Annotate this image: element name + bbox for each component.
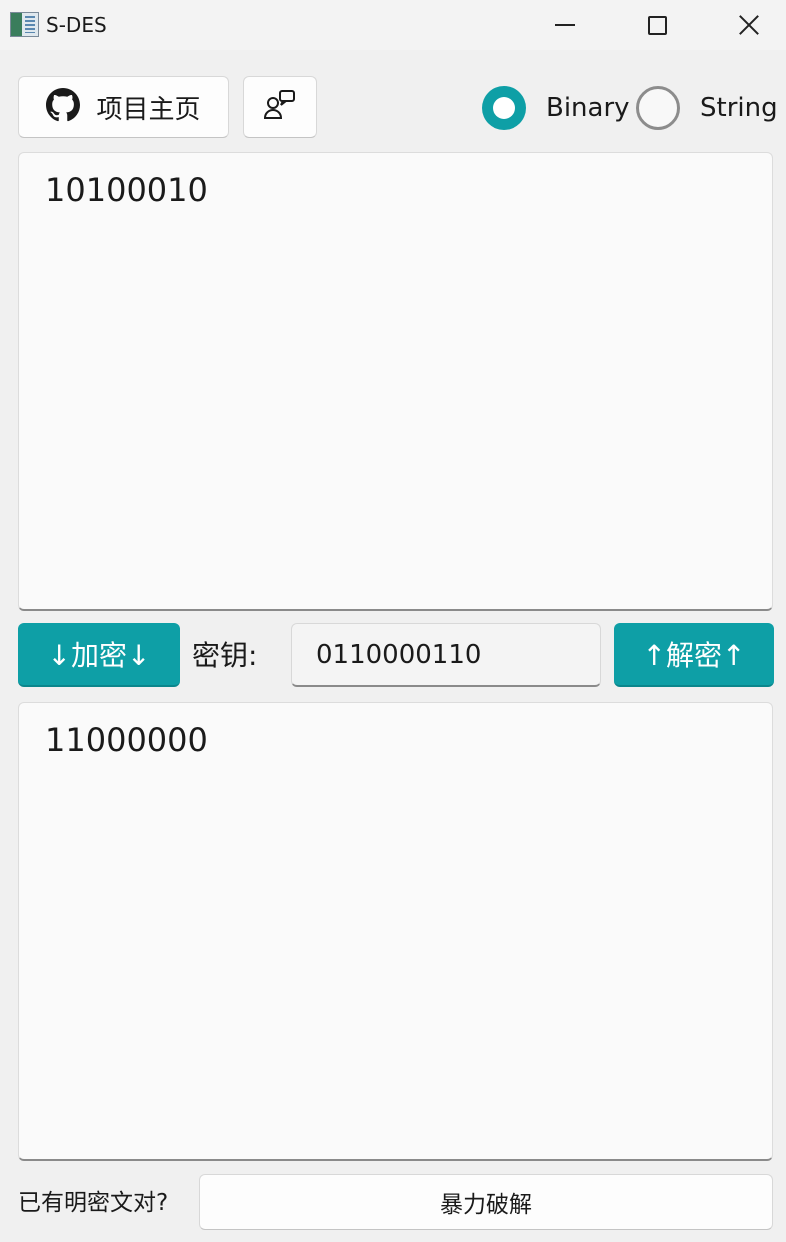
- decrypt-button[interactable]: ↑解密↑: [614, 623, 774, 687]
- project-home-label: 项目主页: [96, 94, 201, 125]
- radio-string[interactable]: String: [636, 85, 778, 131]
- key-input[interactable]: 0110000110: [291, 623, 601, 687]
- encrypt-button[interactable]: ↓加密↓: [18, 623, 180, 687]
- title-bar: S-DES: [0, 0, 786, 50]
- chat-icon: [263, 88, 297, 126]
- project-home-button[interactable]: 项目主页: [18, 76, 229, 138]
- brute-force-button[interactable]: 暴力破解: [199, 1174, 773, 1230]
- radio-string-indicator[interactable]: [636, 86, 680, 130]
- ciphertext-input[interactable]: 11000000: [18, 702, 773, 1161]
- key-label: 密钥:: [192, 639, 258, 672]
- app-icon: [10, 12, 39, 37]
- maximize-icon: [647, 15, 667, 35]
- radio-binary-label: Binary: [546, 93, 630, 123]
- github-icon: [46, 88, 81, 126]
- plaintext-value: 10100010: [45, 171, 208, 209]
- minimize-button[interactable]: [519, 0, 611, 50]
- known-pair-label: 已有明密文对?: [18, 1190, 169, 1216]
- ciphertext-value: 11000000: [45, 721, 208, 759]
- radio-binary-indicator[interactable]: [482, 86, 526, 130]
- close-button[interactable]: [703, 0, 786, 50]
- radio-binary[interactable]: Binary: [482, 85, 630, 131]
- radio-string-label: String: [700, 93, 778, 123]
- maximize-button[interactable]: [611, 0, 703, 50]
- close-icon: [738, 14, 760, 36]
- minimize-icon: [555, 24, 575, 26]
- brute-force-label: 暴力破解: [440, 1192, 532, 1218]
- chat-button[interactable]: [243, 76, 317, 138]
- key-value: 0110000110: [316, 639, 482, 670]
- plaintext-input[interactable]: 10100010: [18, 152, 773, 611]
- window-title: S-DES: [46, 13, 107, 37]
